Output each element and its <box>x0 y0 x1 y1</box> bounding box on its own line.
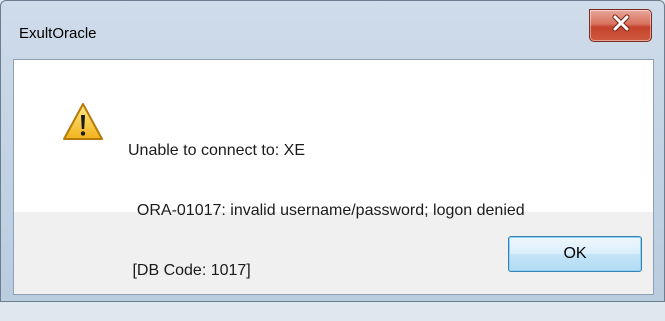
window-title: ExultOracle <box>19 25 97 42</box>
close-icon <box>611 14 631 37</box>
message-area: Unable to connect to: XE ORA-01017: inva… <box>14 60 653 279</box>
dialog-client-area: Unable to connect to: XE ORA-01017: inva… <box>13 59 654 295</box>
ok-button[interactable]: OK <box>508 236 642 272</box>
warning-triangle-icon <box>62 102 104 142</box>
message-line-db-code: [DB Code: 1017] <box>128 262 251 279</box>
error-message: Unable to connect to: XE ORA-01017: inva… <box>128 101 525 321</box>
message-line-connect: Unable to connect to: XE <box>128 142 305 159</box>
dialog-window: ExultOracle Unable to connect to: XE ORA… <box>0 0 665 302</box>
message-line-ora-error: ORA-01017: invalid username/password; lo… <box>128 202 525 219</box>
close-button[interactable] <box>589 9 652 42</box>
